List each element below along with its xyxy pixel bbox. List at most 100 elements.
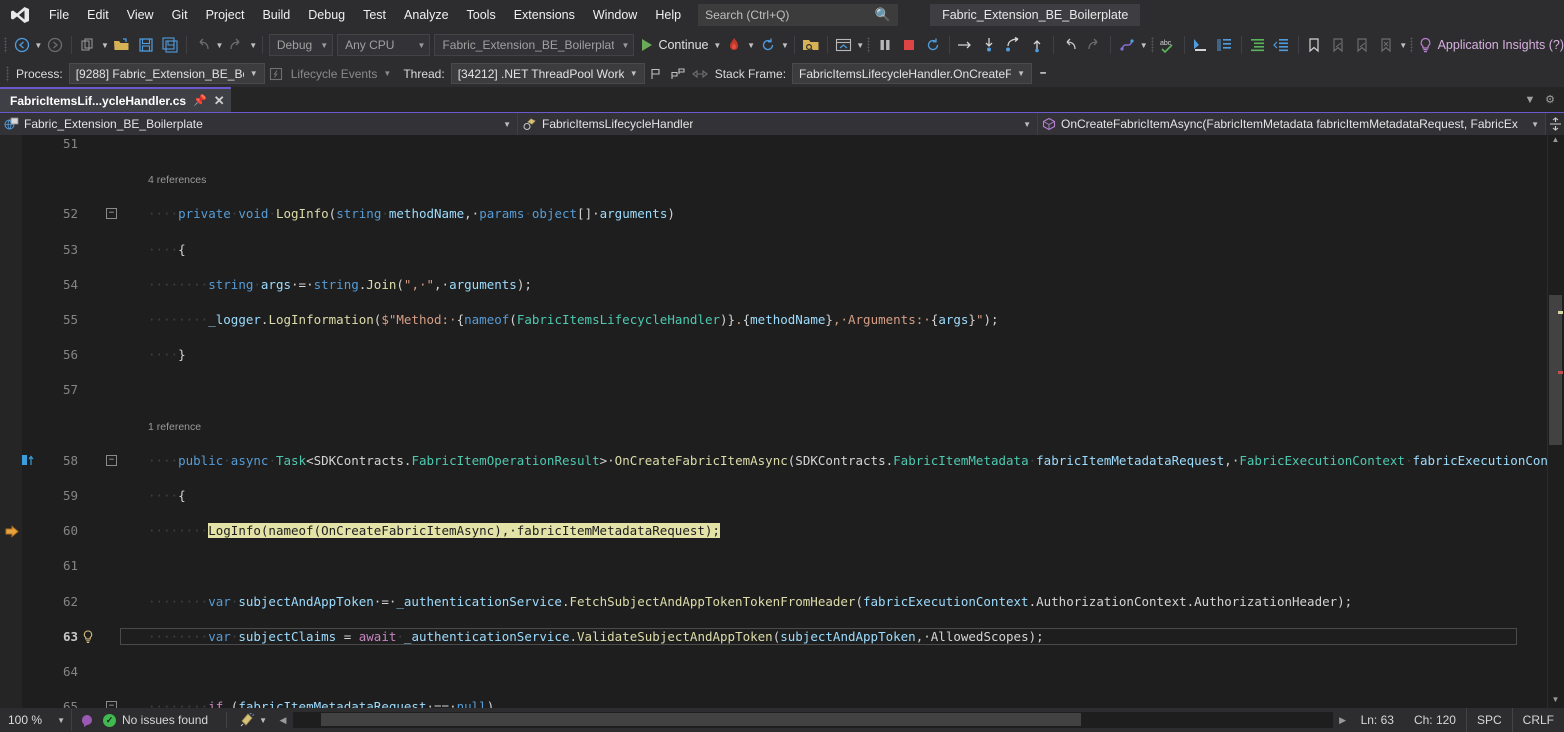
code-line[interactable]: 54········string·args·=·string.Join(",·"…	[0, 276, 1547, 294]
horizontal-scrollbar[interactable]	[293, 712, 1333, 728]
save-all-icon[interactable]	[158, 33, 182, 57]
code-text[interactable]: ········LogInfo(nameof(OnCreateFabricIte…	[148, 522, 720, 540]
restart-icon[interactable]	[756, 33, 780, 57]
quick-actions-lightbulb-icon[interactable]	[82, 630, 94, 650]
gear-icon[interactable]: ⚙	[1542, 93, 1558, 106]
redo-icon[interactable]	[224, 33, 248, 57]
line-ending-indicator[interactable]: CRLF	[1512, 708, 1564, 732]
clear-bookmarks-icon[interactable]	[1374, 33, 1398, 57]
solution-platform-select[interactable]: Any CPU ▼	[337, 34, 430, 56]
fold-collapse-icon[interactable]: −	[106, 455, 117, 466]
increase-indent-icon[interactable]	[1246, 33, 1270, 57]
comment-selection-icon[interactable]	[1189, 33, 1213, 57]
code-text[interactable]: ····private·void·LogInfo(string·methodNa…	[148, 205, 675, 223]
undo-icon[interactable]	[1058, 33, 1082, 57]
menu-view[interactable]: View	[118, 4, 163, 26]
horizontal-scroll-thumb[interactable]	[321, 713, 1081, 726]
vertical-scroll-thumb[interactable]	[1549, 295, 1562, 445]
menu-analyze[interactable]: Analyze	[395, 4, 457, 26]
navigate-forward-icon[interactable]	[43, 33, 67, 57]
toolbar-overflow-icon[interactable]: ━	[1032, 63, 1054, 85]
chevron-down-icon[interactable]: ▼	[383, 69, 399, 78]
code-line[interactable]: 63········var·subjectClaims = await·_aut…	[0, 628, 1547, 646]
thread-link-icon[interactable]	[689, 63, 711, 85]
restart-debug-icon[interactable]	[921, 33, 945, 57]
split-editor-icon[interactable]	[1546, 113, 1564, 135]
codelens-row[interactable]: 4 references	[0, 170, 1547, 188]
zoom-level-select[interactable]: 100 % ▼	[0, 709, 72, 731]
code-line[interactable]: 51	[0, 135, 1547, 153]
intellicode-dropdown[interactable]: ▼	[1139, 33, 1149, 57]
chevron-down-icon[interactable]: ▼	[255, 716, 275, 725]
hot-reload-dropdown[interactable]: ▼	[746, 33, 756, 57]
thread-select[interactable]: [34212] .NET ThreadPool Worker ▼	[451, 63, 645, 84]
code-line[interactable]: 53····{	[0, 241, 1547, 259]
flag-group-icon[interactable]	[667, 63, 689, 85]
pause-icon[interactable]	[873, 33, 897, 57]
step-out-icon[interactable]	[1001, 33, 1025, 57]
scroll-left-arrow[interactable]: ◀	[275, 712, 291, 728]
fold-collapse-icon[interactable]: −	[106, 208, 117, 219]
chevron-down-icon[interactable]: ▼	[1522, 94, 1538, 106]
menu-file[interactable]: File	[40, 4, 78, 26]
code-text[interactable]: ····{	[148, 241, 186, 259]
code-lines[interactable]: 514 references52−····private·void·LogInf…	[0, 135, 1547, 708]
code-line[interactable]: 64	[0, 663, 1547, 681]
code-line[interactable]: 65−········if (fabricItemMetadataRequest…	[0, 698, 1547, 708]
toolbar-grip[interactable]	[2, 65, 12, 83]
toolbar-grip[interactable]	[1408, 36, 1416, 54]
code-text[interactable]: ········if (fabricItemMetadataRequest·==…	[148, 698, 494, 708]
code-line[interactable]: 57	[0, 381, 1547, 399]
code-line[interactable]: 59····{	[0, 487, 1547, 505]
window-layout-dropdown[interactable]: ▼	[855, 33, 865, 57]
code-text[interactable]: ········var·subjectAndAppToken·=·_authen…	[148, 593, 1352, 611]
menu-test[interactable]: Test	[354, 4, 395, 26]
redo-icon[interactable]	[1082, 33, 1106, 57]
code-line[interactable]: 58−····public·async·Task<SDKContracts.Fa…	[0, 452, 1547, 470]
decrease-indent-icon[interactable]	[1270, 33, 1294, 57]
vertical-scrollbar[interactable]: ▲ ▼	[1547, 135, 1564, 708]
code-text[interactable]: ········_logger.LogInformation($"Method:…	[148, 311, 999, 329]
code-line[interactable]: 56····}	[0, 346, 1547, 364]
open-file-icon[interactable]	[110, 33, 134, 57]
stack-frame-select[interactable]: FabricItemsLifecycleHandler.OnCreateFab …	[792, 63, 1032, 84]
bookmark-overflow-dropdown[interactable]: ▼	[1398, 33, 1408, 57]
fold-collapse-icon[interactable]: −	[106, 701, 117, 708]
menu-window[interactable]: Window	[584, 4, 646, 26]
codelens-reference-count[interactable]: 1 reference	[148, 419, 201, 437]
navigate-back-dropdown[interactable]: ▼	[34, 33, 44, 57]
intellicode-icon[interactable]	[1115, 33, 1139, 57]
search-in-folder-icon[interactable]	[799, 33, 823, 57]
continue-button[interactable]: Continue	[636, 33, 712, 57]
spell-check-icon[interactable]: abc	[1156, 33, 1180, 57]
toolbar-grip[interactable]	[865, 36, 873, 54]
previous-bookmark-icon[interactable]	[1326, 33, 1350, 57]
menu-build[interactable]: Build	[253, 4, 299, 26]
step-into-icon[interactable]	[977, 33, 1001, 57]
toolbar-grip[interactable]	[1149, 36, 1157, 54]
restart-dropdown[interactable]: ▼	[780, 33, 790, 57]
redo-dropdown[interactable]: ▼	[248, 33, 258, 57]
undo-icon[interactable]	[191, 33, 215, 57]
code-editor[interactable]: 514 references52−····private·void·LogInf…	[0, 135, 1564, 708]
navbar-member-select[interactable]: OnCreateFabricItemAsync(FabricItemMetada…	[1038, 113, 1546, 135]
solution-configuration-select[interactable]: Debug ▼	[269, 34, 333, 56]
search-input[interactable]: Search (Ctrl+Q) 🔍	[698, 4, 898, 26]
scroll-down-arrow[interactable]: ▼	[1549, 695, 1562, 708]
menu-project[interactable]: Project	[197, 4, 254, 26]
close-icon[interactable]: ✕	[214, 93, 225, 109]
lifecycle-events-icon[interactable]	[265, 63, 287, 85]
menu-help[interactable]: Help	[646, 4, 690, 26]
show-next-statement-icon[interactable]	[831, 33, 855, 57]
code-text[interactable]: ········var·subjectClaims = await·_authe…	[148, 628, 1044, 646]
process-select[interactable]: [9288] Fabric_Extension_BE_Boilerp ▼	[69, 63, 265, 84]
code-text[interactable]: ········string·args·=·string.Join(",·",·…	[148, 276, 532, 294]
stop-icon[interactable]	[897, 33, 921, 57]
navbar-type-select[interactable]: FabricItemsLifecycleHandler ▼	[518, 113, 1038, 135]
menu-extensions[interactable]: Extensions	[505, 4, 584, 26]
code-text[interactable]: ····public·async·Task<SDKContracts.Fabri…	[148, 452, 1548, 470]
scroll-up-arrow[interactable]: ▲	[1549, 135, 1562, 148]
undo-dropdown[interactable]: ▼	[215, 33, 225, 57]
navigate-back-icon[interactable]	[10, 33, 34, 57]
step-over-icon[interactable]	[953, 33, 977, 57]
